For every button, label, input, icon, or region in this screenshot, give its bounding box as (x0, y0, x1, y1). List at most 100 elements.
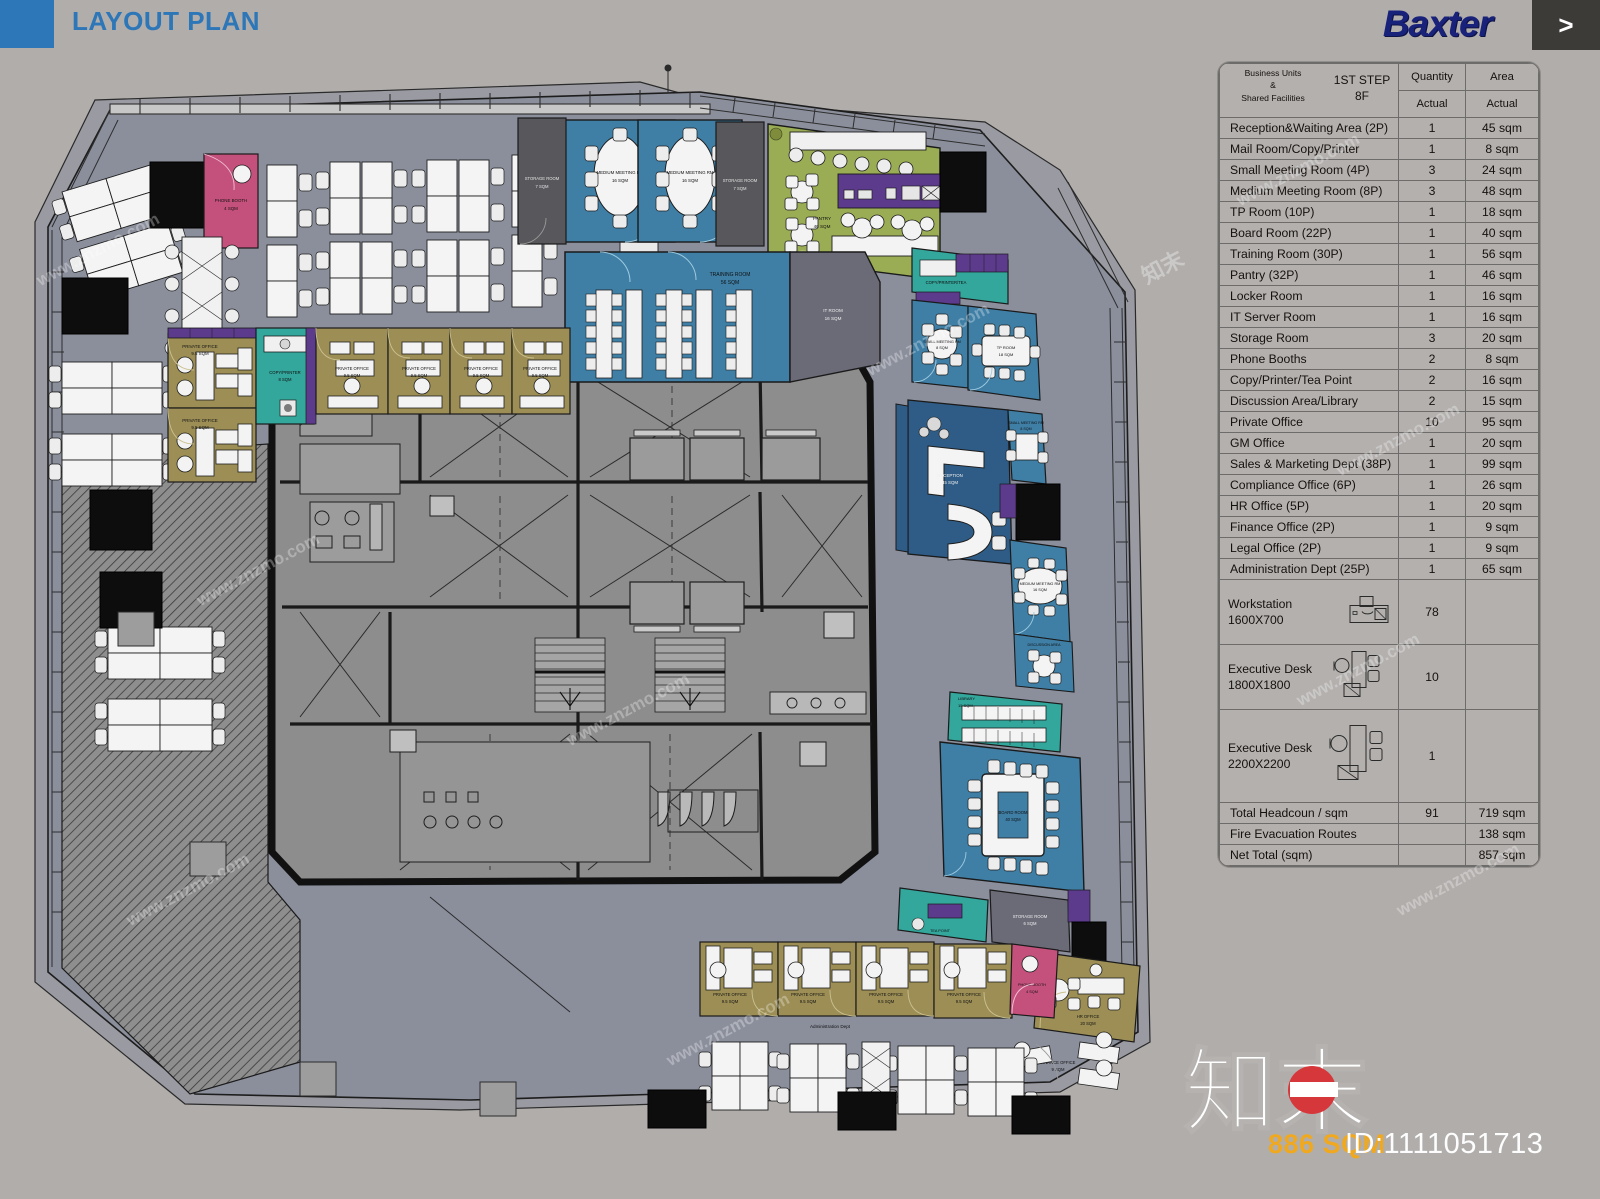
table-row[interactable]: GM Office 1 20 sqm (1219, 432, 1539, 454)
table-row[interactable]: Private Office 10 95 sqm (1219, 411, 1539, 433)
svg-text:TRAINING ROOM: TRAINING ROOM (710, 272, 751, 278)
row-quantity: 1 (1398, 117, 1466, 139)
svg-text:9 SQM: 9 SQM (1051, 1067, 1065, 1072)
row-area (1465, 709, 1539, 803)
table-row[interactable]: Finance Office (2P) 1 9 sqm (1219, 516, 1539, 538)
svg-text:COPY/PRINTER/TEA: COPY/PRINTER/TEA (926, 280, 967, 285)
table-row[interactable]: Legal Office (2P) 1 9 sqm (1219, 537, 1539, 559)
table-row[interactable]: Pantry (32P) 1 46 sqm (1219, 264, 1539, 286)
svg-text:46 SQM: 46 SQM (814, 224, 831, 229)
table-row[interactable]: TP Room (10P) 1 18 sqm (1219, 201, 1539, 223)
row-quantity: 10 (1398, 411, 1466, 433)
svg-text:9.5 SQM: 9.5 SQM (800, 999, 817, 1004)
svg-text:RECEPTION: RECEPTION (937, 473, 963, 478)
row-label: Finance Office (2P) (1219, 516, 1399, 538)
table-row-total[interactable]: Net Total (sqm) 857 sqm (1219, 844, 1539, 866)
svg-text:PHONE BOOTH: PHONE BOOTH (215, 198, 247, 203)
room-phone-booth-north: PHONE BOOTH 4 SQM (203, 153, 259, 249)
svg-text:9.5 SQM: 9.5 SQM (722, 999, 739, 1004)
svg-text:6 SQM: 6 SQM (1023, 921, 1037, 926)
hdr-step-line2: 8F (1354, 89, 1369, 104)
row-area: 15 sqm (1465, 390, 1539, 412)
svg-text:PRIVATE OFFICE: PRIVATE OFFICE (464, 366, 498, 371)
room-gm-office (895, 403, 909, 553)
table-row[interactable]: IT Server Room 1 16 sqm (1219, 306, 1539, 328)
svg-text:8 SQM: 8 SQM (278, 377, 292, 382)
row-label: Discussion Area/Library (1219, 390, 1399, 412)
row-quantity: 2 (1398, 390, 1466, 412)
svg-text:8 SQM: 8 SQM (1020, 427, 1031, 431)
floor-plan-canvas[interactable]: PHONE BOOTH 4 SQM MEDIUM MEETING RM 16 S… (0, 52, 1200, 1162)
table-row[interactable]: Sales & Marketing Dept (38P) 1 99 sqm (1219, 453, 1539, 475)
row-quantity: 1 (1398, 474, 1466, 496)
table-row-total[interactable]: Total Headcoun / sqm 91 719 sqm (1219, 802, 1539, 824)
table-header-area: Area (1465, 63, 1539, 91)
table-row[interactable]: Board Room (22P) 1 40 sqm (1219, 222, 1539, 244)
svg-text:BOARD ROOM: BOARD ROOM (998, 810, 1028, 815)
row-label: Legal Office (2P) (1219, 537, 1399, 559)
table-header-quantity: Quantity (1398, 63, 1466, 91)
private-offices-band-north: PRIVATE OFFICE 9.5 SQM PRIVATE OFFICE 9.… (315, 327, 571, 415)
row-area: 857 sqm (1465, 844, 1539, 866)
hdr-step-line1: 1ST STEP (1333, 73, 1391, 87)
svg-text:PRIVATE OFFICE: PRIVATE OFFICE (713, 992, 747, 997)
row-area: 138 sqm (1465, 823, 1539, 845)
table-row[interactable]: HR Office (5P) 1 20 sqm (1219, 495, 1539, 517)
table-row[interactable]: Reception&Waiting Area (2P) 1 45 sqm (1219, 117, 1539, 139)
row-area: 95 sqm (1465, 411, 1539, 433)
room-board: BOARD ROOM 40 SQM (939, 741, 1085, 893)
row-area: 24 sqm (1465, 159, 1539, 181)
svg-text:Administration Dept: Administration Dept (810, 1024, 851, 1029)
table-row[interactable]: Administration Dept (25P) 1 65 sqm (1219, 558, 1539, 580)
table-row-furniture[interactable]: Executive Desk 1800X1800 10 (1219, 644, 1539, 710)
row-area: 16 sqm (1465, 369, 1539, 391)
svg-text:9.5 SQM: 9.5 SQM (532, 373, 549, 378)
row-label: Training Room (30P) (1219, 243, 1399, 265)
row-quantity (1398, 844, 1466, 866)
next-slide-button[interactable]: > (1532, 0, 1600, 50)
table-row-furniture[interactable]: Workstation 1600X700 78 (1219, 579, 1539, 645)
row-area: 48 sqm (1465, 180, 1539, 202)
svg-text:PRIVATE OFFICE: PRIVATE OFFICE (402, 366, 436, 371)
table-row-furniture[interactable]: Executive Desk 2200X2200 1 (1219, 709, 1539, 803)
table-row[interactable]: Compliance Office (6P) 1 26 sqm (1219, 474, 1539, 496)
svg-text:TEA POINT: TEA POINT (930, 929, 951, 933)
hdr-bu-line2: & (1270, 80, 1276, 91)
room-copy-printer-east: COPY/PRINTER/TEA (911, 247, 1009, 305)
room-tp: TP ROOM 18 SQM (967, 305, 1041, 401)
svg-text:16 SQM: 16 SQM (1033, 588, 1047, 592)
svg-text:9.5 SQM: 9.5 SQM (344, 373, 361, 378)
row-area: 9 sqm (1465, 516, 1539, 538)
svg-text:20 SQM: 20 SQM (1080, 1021, 1096, 1026)
svg-text:7 SQM: 7 SQM (535, 184, 549, 189)
row-label: Pantry (32P) (1219, 264, 1399, 286)
svg-text:STORAGE ROOM: STORAGE ROOM (525, 176, 560, 181)
row-quantity: 78 (1398, 579, 1466, 645)
floor-plan-drawing[interactable]: PHONE BOOTH 4 SQM MEDIUM MEETING RM 16 S… (0, 52, 1200, 1162)
svg-text:9.5 SQM: 9.5 SQM (956, 999, 973, 1004)
row-area: 56 sqm (1465, 243, 1539, 265)
row-quantity: 1 (1398, 709, 1466, 803)
row-quantity: 1 (1398, 432, 1466, 454)
room-discussion-area: DISCUSSION AREA (1013, 633, 1075, 693)
table-row[interactable]: Mail Room/Copy/Printer 1 8 sqm (1219, 138, 1539, 160)
hdr-bu-line1: Business Units (1244, 68, 1302, 78)
room-phone-booth-south: PHONE BOOTH 4 SQM (1009, 943, 1059, 1019)
row-quantity: 1 (1398, 558, 1466, 580)
row-area: 99 sqm (1465, 453, 1539, 475)
area-schedule-table[interactable]: Business Units & Shared Facilities 1ST S… (1218, 62, 1540, 867)
table-row[interactable]: Discussion Area/Library 2 15 sqm (1219, 390, 1539, 412)
table-row[interactable]: Locker Room 1 16 sqm (1219, 285, 1539, 307)
table-row[interactable]: Phone Booths 2 8 sqm (1219, 348, 1539, 370)
row-area: 46 sqm (1465, 264, 1539, 286)
table-row[interactable]: Training Room (30P) 1 56 sqm (1219, 243, 1539, 265)
svg-text:8 SQM: 8 SQM (936, 346, 948, 350)
table-row[interactable]: Copy/Printer/Tea Point 2 16 sqm (1219, 369, 1539, 391)
table-row-total[interactable]: Fire Evacuation Routes 138 sqm (1219, 823, 1539, 845)
row-label: GM Office (1219, 432, 1399, 454)
table-row[interactable]: Storage Room 3 20 sqm (1219, 327, 1539, 349)
table-row[interactable]: Medium Meeting Room (8P) 3 48 sqm (1219, 180, 1539, 202)
table-row[interactable]: Small Meeting Room (4P) 3 24 sqm (1219, 159, 1539, 181)
svg-text:PRIVATE OFFICE: PRIVATE OFFICE (791, 992, 825, 997)
room-storage-north: STORAGE ROOM 7 SQM (517, 117, 567, 245)
